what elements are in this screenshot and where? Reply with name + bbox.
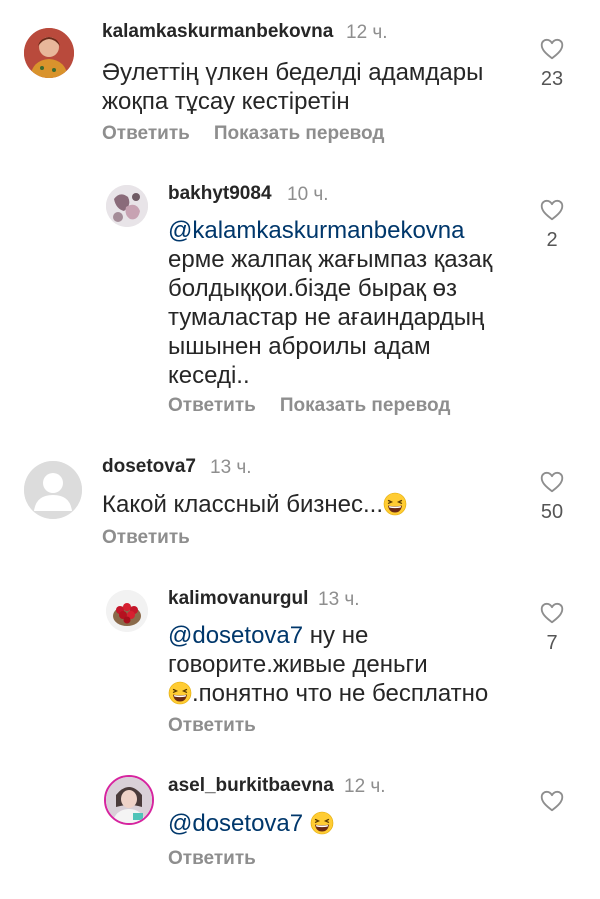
reply-button[interactable]: Ответить (168, 715, 256, 736)
comment-actions: Ответить Показать перевод (168, 395, 474, 417)
comment-text: Әулеттің үлкен беделді адамдары жоқпа тұ… (102, 58, 483, 116)
comment-text-line: @dosetova7 ну не (168, 621, 488, 650)
heart-icon[interactable] (539, 36, 565, 62)
comment-actions: Ответить (168, 715, 280, 737)
reply-button[interactable]: Ответить (102, 527, 190, 548)
comment-text: @kalamkaskurmanbekovna ерме жалпақ жағым… (168, 216, 492, 390)
comment-text-line: ышынен аброилы адам (168, 333, 431, 360)
comment-username[interactable]: kalimovanurgul (168, 588, 308, 610)
comment-text-line: тумаластар не ағаиндардың (168, 304, 485, 331)
comment-username[interactable]: dosetova7 (102, 456, 196, 478)
reply-button[interactable]: Ответить (102, 123, 190, 144)
comment-text: @dosetova7 ну не говорите.живые деньги .… (168, 621, 488, 708)
comment-actions: Ответить Показать перевод (102, 123, 408, 145)
like-count: 23 (540, 68, 564, 90)
comment-username[interactable]: asel_burkitbaevna (168, 775, 334, 797)
heart-icon[interactable] (539, 788, 565, 814)
laughing-emoji-icon (168, 681, 192, 705)
comment-text-line: Какой классный бизнес... (102, 490, 407, 519)
comment-username[interactable]: kalamkaskurmanbekovna (102, 21, 333, 43)
comment-username[interactable]: bakhyt9084 (168, 183, 272, 205)
like-area: 23 (532, 36, 572, 91)
heart-icon[interactable] (539, 600, 565, 626)
like-count: 7 (546, 632, 558, 654)
reply-button[interactable]: Ответить (168, 395, 256, 416)
avatar-image (24, 28, 74, 78)
mention-link[interactable]: @kalamkaskurmanbekovna (168, 216, 492, 245)
avatar[interactable] (24, 28, 74, 78)
comment-text-content: Какой классный бизнес... (102, 491, 383, 518)
avatar-image (106, 185, 148, 227)
comment-text-line: Әулеттің үлкен беделді адамдары (102, 59, 484, 86)
laughing-emoji-icon (310, 811, 334, 835)
avatar-image (106, 590, 148, 632)
like-count: 50 (540, 501, 564, 523)
like-area: 50 (532, 469, 572, 524)
comment-timestamp: 13 ч. (210, 457, 252, 478)
comment-text: @dosetova7 (168, 809, 334, 838)
reply-button[interactable]: Ответить (168, 848, 256, 869)
comment-text-line: @dosetova7 (168, 809, 334, 838)
comment-text-line: ерме жалпақ жағымпаз қазақ (168, 246, 493, 273)
like-area: 2 (532, 197, 572, 252)
comment-text-line: болдыққои.бізде бырақ өз (168, 275, 458, 302)
like-area: 7 (532, 600, 572, 655)
comment-actions: Ответить (102, 527, 214, 549)
comment-text-line: .понятно что не бесплатно (168, 679, 488, 708)
like-area (532, 788, 572, 814)
comment-timestamp: 13 ч. (318, 589, 360, 610)
comment-text-content: ну не (303, 622, 369, 649)
mention-link[interactable]: @dosetova7 (168, 622, 303, 649)
comment-text: Какой классный бизнес... (102, 490, 407, 519)
comment-actions: Ответить (168, 848, 280, 870)
comment-text-content: .понятно что не бесплатно (192, 680, 489, 707)
default-avatar-icon (24, 461, 82, 519)
heart-icon[interactable] (539, 197, 565, 223)
avatar[interactable] (104, 775, 154, 825)
comment-timestamp: 12 ч. (346, 22, 388, 43)
comment-text-line: кеседі.. (168, 362, 250, 389)
avatar-image (106, 777, 152, 823)
mention-link[interactable]: @dosetova7 (168, 810, 303, 837)
avatar[interactable] (106, 185, 148, 227)
comment-text-line: жоқпа тұсау кестіретін (102, 88, 350, 115)
translate-button[interactable]: Показать перевод (280, 395, 451, 416)
avatar[interactable] (106, 590, 148, 632)
laughing-emoji-icon (383, 492, 407, 516)
comment-timestamp: 12 ч. (344, 776, 386, 797)
comment-timestamp: 10 ч. (287, 184, 329, 205)
heart-icon[interactable] (539, 469, 565, 495)
translate-button[interactable]: Показать перевод (214, 123, 385, 144)
comment-text-line: говорите.живые деньги (168, 651, 428, 678)
like-count: 2 (546, 229, 558, 251)
avatar[interactable] (24, 461, 82, 519)
